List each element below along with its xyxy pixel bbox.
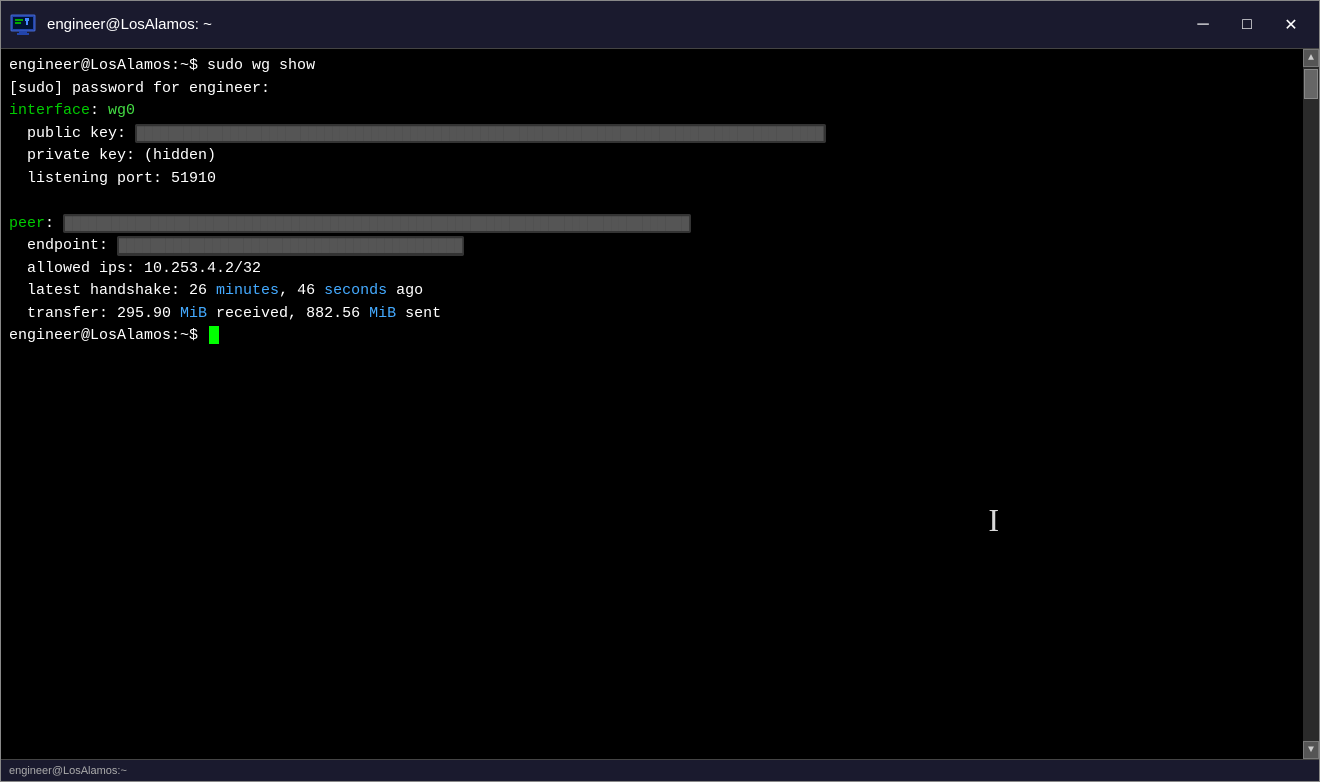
prompt: engineer@LosAlamos:~$	[9, 57, 207, 74]
scroll-up-arrow[interactable]: ▲	[1303, 49, 1319, 67]
new-prompt-line: engineer@LosAlamos:~$	[9, 325, 1295, 348]
interface-name: wg0	[108, 102, 135, 119]
transfer-line: transfer: 295.90 MiB received, 882.56 Mi…	[9, 303, 1295, 326]
scroll-down-arrow[interactable]: ▼	[1303, 741, 1319, 759]
handshake-line: latest handshake: 26 minutes, 46 seconds…	[9, 280, 1295, 303]
new-prompt: engineer@LosAlamos:~$	[9, 327, 207, 344]
public-key-value: ████████████████████████████████████████…	[135, 124, 826, 144]
listening-port-line: listening port: 51910	[9, 168, 1295, 191]
title-bar: engineer@LosAlamos: ~ ─ □ ✕	[1, 1, 1319, 49]
terminal-app-icon	[9, 11, 37, 39]
bottom-bar-text: engineer@LosAlamos:~	[9, 765, 127, 777]
peer-line: peer: ██████████████████████████████████…	[9, 213, 1295, 236]
command-line: engineer@LosAlamos:~$ sudo wg show	[9, 55, 1295, 78]
mib-received-unit: MiB	[180, 305, 207, 322]
terminal-output[interactable]: engineer@LosAlamos:~$ sudo wg show [sudo…	[1, 49, 1303, 759]
window-title: engineer@LosAlamos: ~	[47, 16, 1183, 33]
minimize-button[interactable]: ─	[1183, 9, 1223, 41]
terminal-window: engineer@LosAlamos: ~ ─ □ ✕ engineer@Los…	[0, 0, 1320, 782]
allowed-ips-line: allowed ips: 10.253.4.2/32	[9, 258, 1295, 281]
interface-line: interface: wg0	[9, 100, 1295, 123]
peer-separator: :	[45, 215, 63, 232]
mib-sent-unit: MiB	[369, 305, 396, 322]
minutes-text: minutes	[216, 282, 279, 299]
cursor	[209, 326, 219, 344]
sudo-password-line: [sudo] password for engineer:	[9, 78, 1295, 101]
peer-label: peer	[9, 215, 45, 232]
maximize-button[interactable]: □	[1227, 9, 1267, 41]
private-key-line: private key: (hidden)	[9, 145, 1295, 168]
window-controls: ─ □ ✕	[1183, 9, 1311, 41]
endpoint-value: ████████████████████████████████████████…	[117, 236, 464, 256]
peer-key-value: ████████████████████████████████████████…	[63, 214, 691, 234]
bottom-bar: engineer@LosAlamos:~	[1, 759, 1319, 781]
scroll-thumb[interactable]	[1304, 69, 1318, 99]
scroll-track[interactable]	[1304, 67, 1318, 741]
scrollbar[interactable]: ▲ ▼	[1303, 49, 1319, 759]
close-button[interactable]: ✕	[1271, 9, 1311, 41]
seconds-text: seconds	[324, 282, 387, 299]
endpoint-line: endpoint: ██████████████████████████████…	[9, 235, 1295, 258]
command-text: sudo wg show	[207, 57, 315, 74]
public-key-line: public key: ████████████████████████████…	[9, 123, 1295, 146]
interface-separator: :	[90, 102, 108, 119]
interface-label: interface	[9, 102, 90, 119]
window-body: engineer@LosAlamos:~$ sudo wg show [sudo…	[1, 49, 1319, 759]
blank-line-1	[9, 190, 1295, 213]
